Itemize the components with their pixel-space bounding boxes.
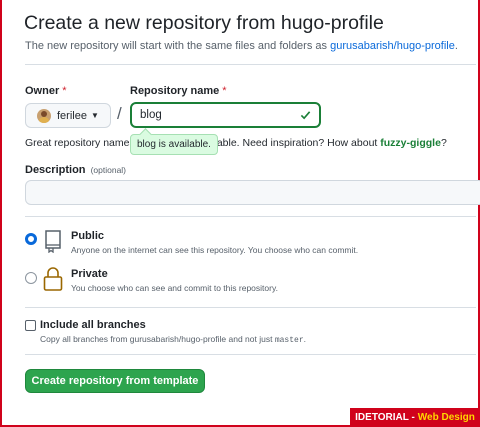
include-branches-desc-text: Copy all branches from gurusabarish/hugo… xyxy=(40,334,275,344)
include-branches-desc: Copy all branches from gurusabarish/hugo… xyxy=(40,334,306,345)
subtitle-suffix: . xyxy=(454,40,458,52)
name-suggestion-link[interactable]: fuzzy-giggle xyxy=(380,137,441,149)
private-radio[interactable] xyxy=(25,272,37,284)
repo-name-label: Repository name * xyxy=(130,85,227,97)
subtitle-text: The new repository will start with the s… xyxy=(25,40,331,52)
check-icon xyxy=(300,111,311,120)
private-desc: You choose who can see and commit to thi… xyxy=(71,283,278,293)
description-label-text: Description xyxy=(25,164,86,176)
owner-label-text: Owner xyxy=(25,85,60,97)
hint-prefix: Great repository names xyxy=(25,137,138,149)
repo-name-label-text: Repository name xyxy=(130,85,220,97)
description-input[interactable] xyxy=(25,180,480,205)
owner-select[interactable]: ferilee ▼ xyxy=(25,103,111,128)
hint-suffix: ? xyxy=(440,137,447,149)
page-subtitle: The new repository will start with the s… xyxy=(25,40,458,52)
divider xyxy=(25,216,476,217)
owner-value: ferilee xyxy=(57,109,87,122)
divider xyxy=(25,307,476,308)
private-title: Private xyxy=(71,268,108,280)
divider xyxy=(25,354,476,355)
branch-name-code: master xyxy=(274,336,304,345)
include-branches-desc-suffix: . xyxy=(303,334,307,344)
required-mark: * xyxy=(222,85,227,97)
divider xyxy=(25,64,476,65)
required-mark: * xyxy=(62,85,67,97)
caret-down-icon: ▼ xyxy=(90,111,99,120)
page-title: Create a new repository from hugo-profil… xyxy=(24,12,384,34)
public-radio[interactable] xyxy=(25,233,37,245)
optional-tag: (optional) xyxy=(90,165,127,175)
description-label: Description (optional) xyxy=(25,164,126,176)
include-branches-checkbox[interactable] xyxy=(25,320,36,331)
create-repository-button[interactable]: Create repository from template xyxy=(25,369,205,393)
owner-label: Owner * xyxy=(25,85,67,97)
owner-repo-separator: / xyxy=(117,104,122,123)
repo-name-input[interactable] xyxy=(130,102,321,128)
avatar xyxy=(37,108,51,123)
hint-middle: norable. Need inspiration? How about xyxy=(201,137,381,149)
lock-icon xyxy=(43,267,63,291)
watermark-brand: IDETORIAL - xyxy=(355,412,415,423)
name-hint: Great repository names norable. Need ins… xyxy=(25,137,447,149)
availability-tooltip: blog is available. xyxy=(130,134,218,155)
watermark-sub: Web Design xyxy=(417,412,475,423)
watermark-badge: IDETORIAL - Web Design xyxy=(350,408,480,427)
public-desc: Anyone on the internet can see this repo… xyxy=(71,245,359,255)
public-title: Public xyxy=(71,230,105,242)
include-branches-label: Include all branches xyxy=(40,319,146,331)
repo-book-icon xyxy=(45,230,61,253)
template-repo-link[interactable]: gurusabarish/hugo-profile xyxy=(330,40,455,52)
